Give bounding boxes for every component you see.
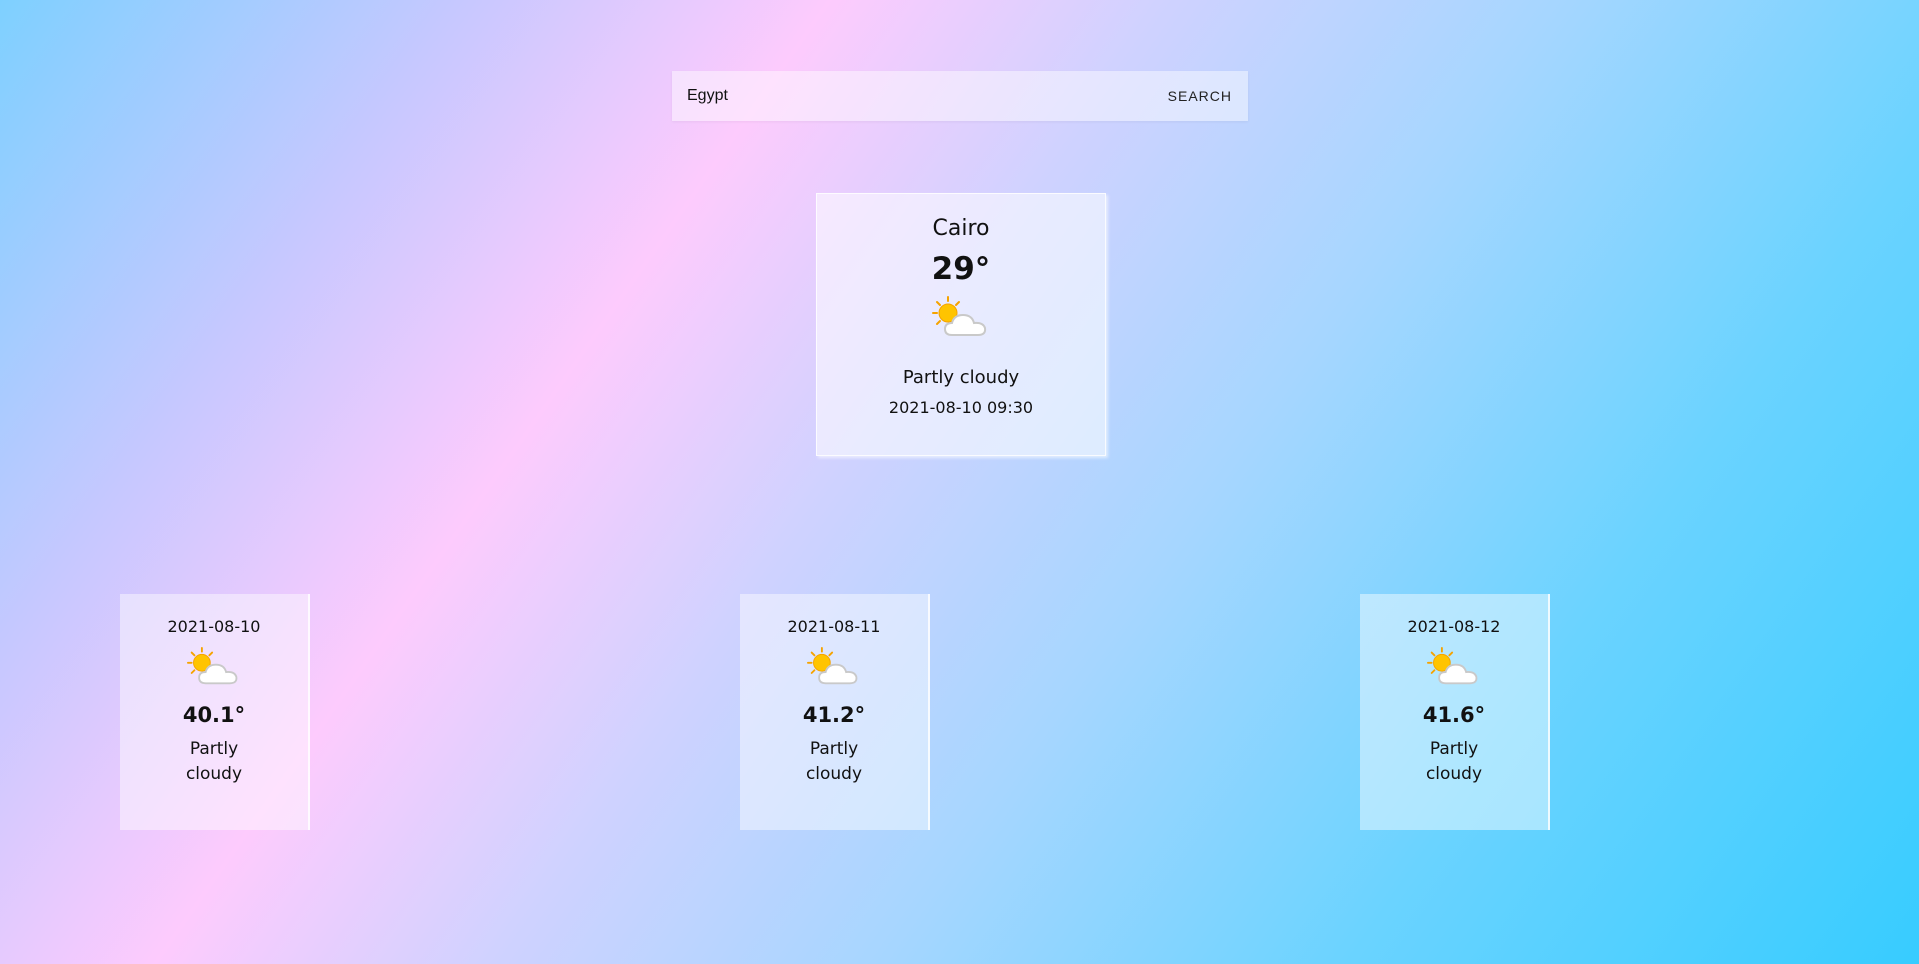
forecast-date: 2021-08-10 [167, 617, 261, 636]
forecast-date: 2021-08-11 [787, 617, 881, 636]
forecast-card: 2021-08-12 41.6° Partly cloudy [1360, 594, 1550, 830]
search-input[interactable] [672, 71, 1152, 121]
current-weather-card: Cairo 29° Partly cloudy 2021-08-10 09:30 [816, 193, 1106, 456]
forecast-card: 2021-08-10 40.1° Partly cloudy [120, 594, 310, 830]
search-button[interactable]: SEARCH [1152, 71, 1248, 121]
search-bar: SEARCH [672, 71, 1248, 121]
current-datetime: 2021-08-10 09:30 [888, 398, 1034, 417]
partly-cloudy-icon [1427, 646, 1478, 685]
current-temperature: 29° [931, 251, 991, 287]
partly-cloudy-icon [932, 296, 987, 336]
forecast-condition: Partly cloudy [185, 739, 243, 784]
forecast-condition: Partly cloudy [805, 739, 863, 784]
forecast-temperature: 41.6° [1422, 703, 1486, 727]
current-condition: Partly cloudy [902, 367, 1020, 388]
city-name: Cairo [932, 216, 990, 241]
partly-cloudy-icon [187, 646, 238, 685]
partly-cloudy-icon [807, 646, 858, 685]
forecast-condition: Partly cloudy [1425, 739, 1483, 784]
forecast-temperature: 40.1° [182, 703, 246, 727]
forecast-card: 2021-08-11 41.2° Partly cloudy [740, 594, 930, 830]
forecast-temperature: 41.2° [802, 703, 866, 727]
forecast-date: 2021-08-12 [1407, 617, 1501, 636]
